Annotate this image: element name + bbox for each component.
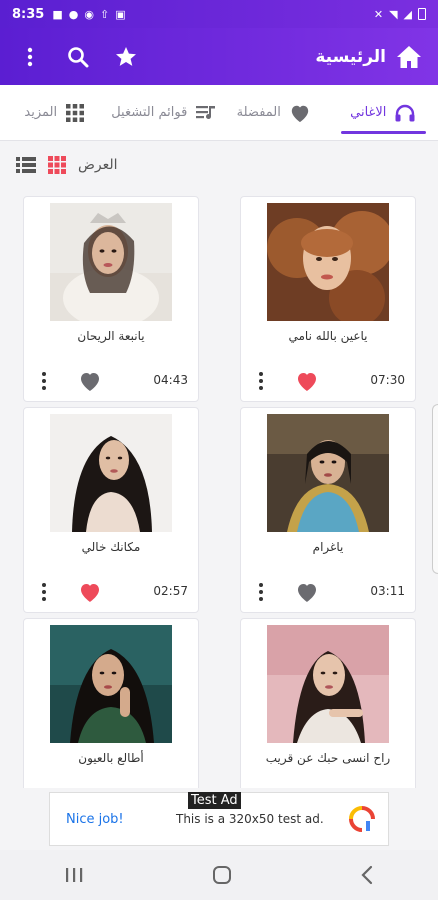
back-icon[interactable] [360, 865, 374, 885]
more-vertical-icon [42, 583, 46, 601]
song-card[interactable]: أطالع بالعيون [23, 618, 199, 788]
wifi-icon: ◥ [389, 7, 398, 21]
song-artwork [267, 203, 389, 321]
favorite-toggle[interactable] [293, 580, 321, 604]
overflow-menu-button[interactable] [8, 35, 52, 79]
pinterest-icon: ◉ [84, 7, 94, 21]
tab-more-label: المزيد [24, 105, 58, 120]
song-title: ياعين بالله نامي [288, 329, 368, 343]
view-label: العرض [78, 157, 118, 173]
home-icon[interactable] [396, 45, 422, 69]
song-duration: 03:11 [370, 584, 405, 598]
status-time: 8:35 [12, 6, 45, 22]
favorite-toggle[interactable] [76, 369, 104, 393]
app-bar: الرئيسية [0, 28, 438, 85]
song-card[interactable]: ياعين بالله نامي 07:30 [240, 196, 416, 402]
notification-icons: ■ ● ◉ ⇧ ▣ [52, 8, 125, 21]
ad-headline: Nice job! [66, 811, 124, 827]
song-card[interactable]: مكانك خالي 02:57 [23, 407, 199, 613]
list-view-icon[interactable] [16, 156, 36, 174]
song-title: ياغرام [312, 540, 344, 554]
more-vertical-icon [42, 372, 46, 390]
tab-favorites[interactable]: المفضلة [219, 85, 329, 140]
song-grid: ياعين بالله نامي 07:30 يانبعة الريحان 04… [0, 196, 438, 788]
ad-body: This is a 320x50 test ad. [176, 812, 324, 826]
favorite-toggle[interactable] [76, 580, 104, 604]
view-toggle-row: العرض [0, 141, 438, 189]
song-artwork [267, 414, 389, 532]
heart-icon [298, 584, 316, 602]
ad-test-tag: Test Ad [188, 792, 241, 809]
home-nav-icon[interactable] [212, 865, 232, 885]
tab-favorites-label: المفضلة [236, 105, 281, 120]
tab-playlists[interactable]: قوائم التشغيل [110, 85, 220, 140]
image-icon: ▣ [115, 7, 126, 21]
playlist-icon [196, 105, 216, 119]
song-options-button[interactable] [253, 369, 269, 393]
tab-songs[interactable]: الاغاني [329, 85, 438, 140]
song-title: مكانك خالي [81, 540, 141, 554]
scroll-indicator[interactable] [432, 404, 438, 574]
page-title: الرئيسية [315, 46, 386, 67]
song-title: راح انسى حبك عن قريب [265, 751, 391, 765]
song-card[interactable]: ياغرام 03:11 [240, 407, 416, 613]
favorite-toggle[interactable] [293, 369, 321, 393]
recent-apps-icon[interactable] [64, 866, 84, 884]
song-title: أطالع بالعيون [78, 751, 144, 765]
heart-icon [291, 105, 309, 122]
song-artwork [50, 414, 172, 532]
song-card[interactable]: يانبعة الريحان 04:43 [23, 196, 199, 402]
search-button[interactable] [56, 35, 100, 79]
search-icon [68, 46, 89, 67]
favorites-star-button[interactable] [104, 35, 148, 79]
tab-songs-label: الاغاني [350, 105, 387, 120]
song-options-button[interactable] [36, 369, 52, 393]
system-navigation-bar [0, 850, 438, 900]
song-card[interactable]: راح انسى حبك عن قريب [240, 618, 416, 788]
upload-icon: ⇧ [99, 7, 110, 21]
more-vertical-icon [27, 47, 33, 66]
signal-icon: ◢ [403, 7, 412, 21]
song-title: يانبعة الريحان [77, 329, 145, 343]
more-vertical-icon [259, 372, 263, 390]
more-vertical-icon [259, 583, 263, 601]
song-artwork [50, 625, 172, 743]
song-options-button[interactable] [36, 580, 52, 604]
star-icon [116, 46, 136, 66]
message-icon: ● [68, 7, 79, 21]
song-duration: 04:43 [153, 373, 188, 387]
song-duration: 07:30 [370, 373, 405, 387]
heart-icon [298, 373, 316, 391]
tab-more[interactable]: المزيد [0, 85, 110, 140]
mute-icon: ✕ [373, 7, 384, 21]
song-artwork [267, 625, 389, 743]
status-bar: 8:35 ■ ● ◉ ⇧ ▣ ✕ ◥ ◢ [0, 0, 438, 28]
system-icons: ✕ ◥ ◢ [374, 8, 426, 21]
song-options-button[interactable] [253, 580, 269, 604]
tab-bar: الاغاني المفضلة قوائم التشغيل المزيد [0, 85, 438, 141]
song-artwork [50, 203, 172, 321]
song-duration: 02:57 [153, 584, 188, 598]
grid-icon [66, 103, 85, 122]
grid-view-icon[interactable] [48, 156, 66, 174]
tab-playlists-label: قوائم التشغيل [111, 105, 188, 120]
heart-icon [81, 584, 99, 602]
headphones-icon [395, 104, 415, 121]
bag-icon: ■ [52, 7, 63, 21]
battery-icon [418, 8, 426, 20]
heart-icon [81, 373, 99, 391]
ad-logo-icon [349, 806, 375, 832]
